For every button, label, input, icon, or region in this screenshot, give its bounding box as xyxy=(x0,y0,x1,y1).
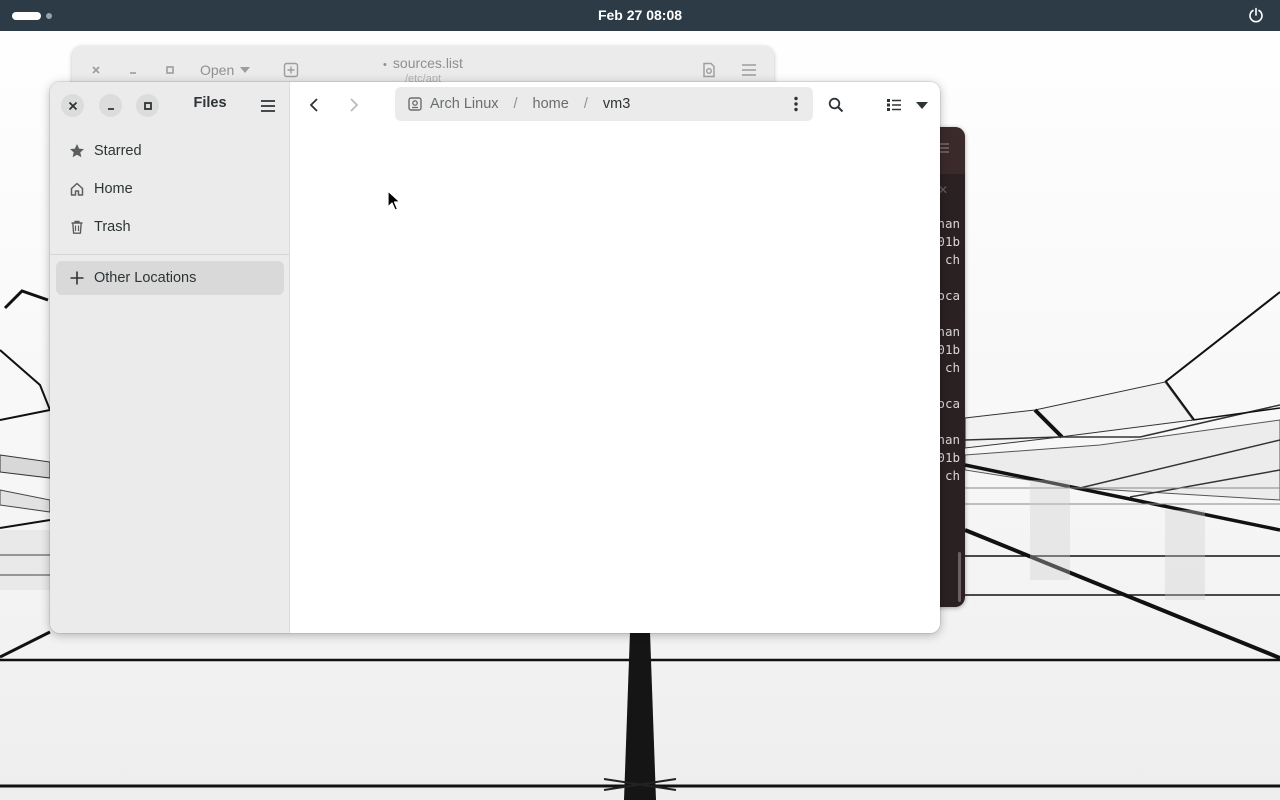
forward-button[interactable] xyxy=(343,94,365,116)
location-menu-button[interactable] xyxy=(787,95,805,113)
chevron-down-icon xyxy=(916,101,928,109)
sidebar-item-label: Home xyxy=(94,181,133,197)
breadcrumb-separator: / xyxy=(583,96,588,112)
close-button[interactable] xyxy=(61,94,84,117)
minimize-button[interactable] xyxy=(99,94,122,117)
close-icon xyxy=(68,101,77,110)
app-title: Files xyxy=(193,95,227,111)
maximize-button[interactable] xyxy=(136,94,159,117)
sidebar-item-starred[interactable]: Starred xyxy=(56,134,284,168)
breadcrumb-root[interactable]: Arch Linux xyxy=(430,96,499,112)
sidebar: Files Starred Home Trash Other Locations xyxy=(50,82,290,633)
breadcrumb-current[interactable]: vm3 xyxy=(603,96,630,112)
minimize-icon xyxy=(107,107,114,110)
sidebar-divider xyxy=(50,254,290,255)
plus-icon xyxy=(69,270,85,286)
home-icon xyxy=(69,181,85,197)
chevron-right-icon xyxy=(350,98,359,112)
files-window[interactable]: Files Starred Home Trash Other Locations… xyxy=(50,82,940,633)
sidebar-item-trash[interactable]: Trash xyxy=(56,210,284,244)
terminal-scrollbar[interactable] xyxy=(958,552,961,602)
save-button[interactable] xyxy=(700,61,718,79)
document-title: • sources.list xyxy=(72,55,774,71)
modified-indicator: • xyxy=(383,59,387,71)
main-menu-button[interactable] xyxy=(258,96,278,116)
list-view-icon xyxy=(887,99,901,111)
sidebar-item-home[interactable]: Home xyxy=(56,172,284,206)
power-icon[interactable] xyxy=(1248,7,1264,23)
search-button[interactable] xyxy=(825,94,847,116)
more-vertical-icon xyxy=(794,96,798,112)
maximize-icon xyxy=(143,101,152,110)
document-name: sources.list xyxy=(392,55,463,71)
hamburger-menu-icon xyxy=(742,64,756,76)
main-menu-button[interactable] xyxy=(740,61,758,79)
view-list-button[interactable] xyxy=(883,94,905,116)
sidebar-item-label: Trash xyxy=(94,219,131,235)
drive-icon xyxy=(408,97,422,111)
breadcrumb-home[interactable]: home xyxy=(533,96,569,112)
mouse-cursor-icon xyxy=(387,190,401,211)
star-icon xyxy=(69,143,85,159)
clock[interactable]: Feb 27 08:08 xyxy=(0,0,1280,31)
search-icon xyxy=(828,97,844,113)
header-bar: Arch Linux / home / vm3 xyxy=(290,82,940,128)
back-button[interactable] xyxy=(303,94,325,116)
sidebar-item-label: Other Locations xyxy=(94,270,197,286)
save-icon xyxy=(703,62,715,78)
path-bar[interactable]: Arch Linux / home / vm3 xyxy=(395,87,813,121)
view-options-button[interactable] xyxy=(911,94,933,116)
sidebar-item-other-locations[interactable]: Other Locations xyxy=(56,261,284,295)
breadcrumb-separator: / xyxy=(513,96,518,112)
trash-icon xyxy=(69,219,85,235)
top-bar: Feb 27 08:08 xyxy=(0,0,1280,31)
hamburger-menu-icon xyxy=(261,100,275,112)
chevron-left-icon xyxy=(309,98,318,112)
sidebar-item-label: Starred xyxy=(94,143,142,159)
